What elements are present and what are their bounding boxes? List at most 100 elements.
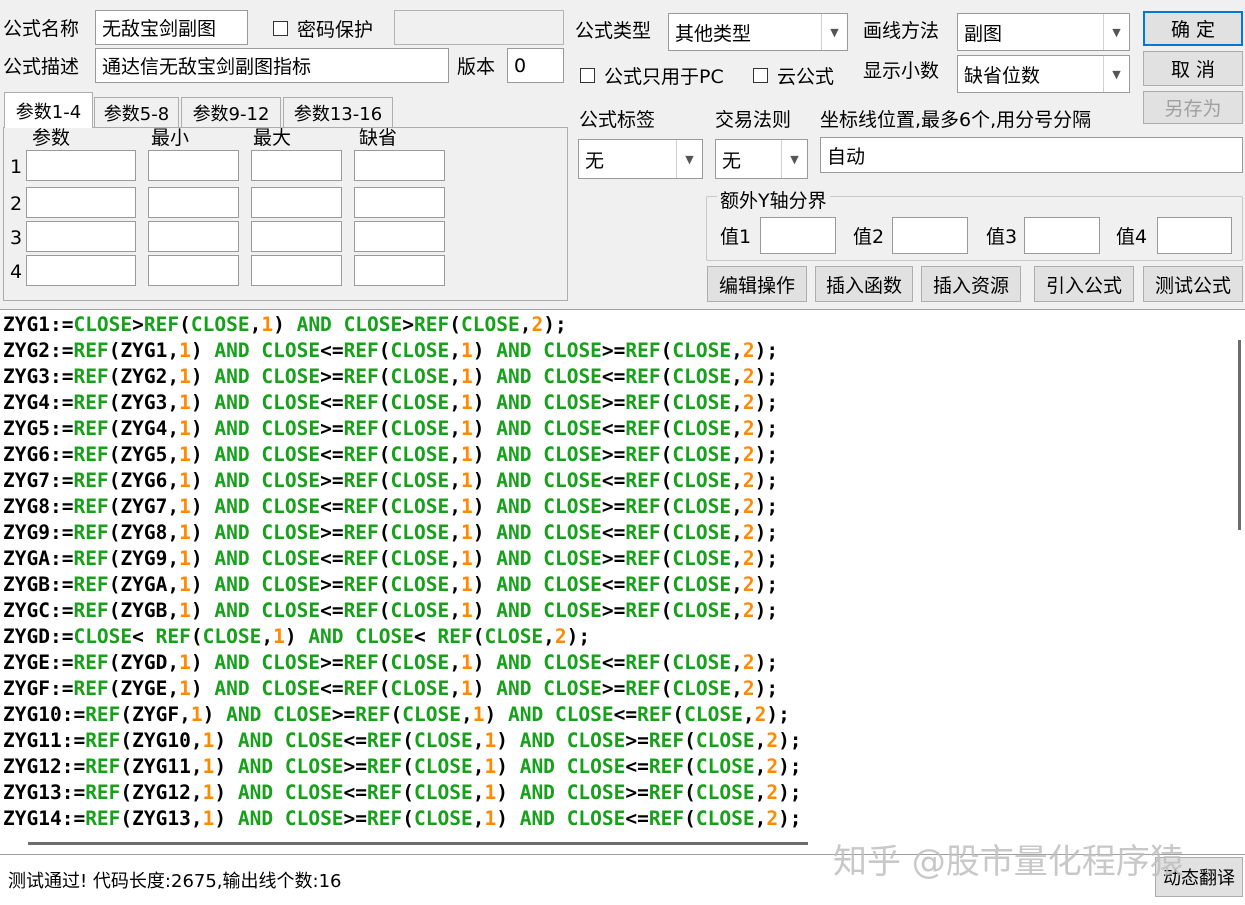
param-4-name-input[interactable] xyxy=(26,255,136,286)
chevron-down-icon[interactable]: ▼ xyxy=(781,140,807,178)
code-line: ZYG13:=REF(ZYG12,1) AND CLOSE<=REF(CLOSE… xyxy=(3,781,802,804)
param-4-min-input[interactable] xyxy=(148,255,239,286)
chevron-down-icon[interactable]: ▼ xyxy=(821,14,847,50)
code-line: ZYGD:=CLOSE< REF(CLOSE,1) AND CLOSE< REF… xyxy=(3,625,591,648)
trade-rule-value: 无 xyxy=(722,149,742,172)
value-2-input[interactable] xyxy=(892,217,968,254)
code-line: ZYG12:=REF(ZYG11,1) AND CLOSE>=REF(CLOSE… xyxy=(3,755,802,778)
code-line: ZYG4:=REF(ZYG3,1) AND CLOSE<=REF(CLOSE,1… xyxy=(3,391,779,414)
code-line: ZYG9:=REF(ZYG8,1) AND CLOSE>=REF(CLOSE,1… xyxy=(3,521,779,544)
formula-type-value: 其他类型 xyxy=(675,22,752,45)
param-4-max-input[interactable] xyxy=(251,255,342,286)
insert-resource-button[interactable]: 插入资源 xyxy=(921,266,1021,302)
cancel-button[interactable]: 取 消 xyxy=(1143,51,1243,86)
version-input[interactable]: 0 xyxy=(507,48,564,83)
param-1-name-input[interactable] xyxy=(26,150,136,181)
formula-desc-input[interactable]: 通达信无敌宝剑副图指标 xyxy=(95,48,449,83)
value-3-label: 值3 xyxy=(986,226,1018,248)
password-checkbox-label: 密码保护 xyxy=(297,19,374,41)
code-line: ZYGA:=REF(ZYG9,1) AND CLOSE<=REF(CLOSE,1… xyxy=(3,547,779,570)
draw-method-label: 画线方法 xyxy=(863,20,940,42)
coord-line-label: 坐标线位置,最多6个,用分号分隔 xyxy=(820,109,1092,131)
code-line: ZYG14:=REF(ZYG13,1) AND CLOSE>=REF(CLOSE… xyxy=(3,807,802,830)
param-1-max-input[interactable] xyxy=(251,150,342,181)
insert-function-button[interactable]: 插入函数 xyxy=(815,266,913,302)
watermark: 知乎 @股市量化程序猿 xyxy=(833,842,1184,882)
test-formula-button[interactable]: 测试公式 xyxy=(1143,266,1243,302)
draw-method-value: 副图 xyxy=(964,22,1003,45)
param-row-number: 1 xyxy=(10,156,23,178)
value-1-input[interactable] xyxy=(760,217,836,254)
formula-type-label: 公式类型 xyxy=(575,20,652,42)
param-2-default-input[interactable] xyxy=(354,187,445,218)
param-2-name-input[interactable] xyxy=(26,187,136,218)
formula-type-select[interactable]: 其他类型 ▼ xyxy=(668,13,848,51)
code-line: ZYGE:=REF(ZYGD,1) AND CLOSE>=REF(CLOSE,1… xyxy=(3,651,779,674)
code-line: ZYGF:=REF(ZYGE,1) AND CLOSE<=REF(CLOSE,1… xyxy=(3,677,779,700)
tab-params-13-16[interactable]: 参数13-16 xyxy=(283,97,393,128)
param-row-number: 4 xyxy=(10,261,23,283)
param-1-default-input[interactable] xyxy=(354,150,445,181)
param-header-max: 最大 xyxy=(253,127,292,149)
code-line: ZYG6:=REF(ZYG5,1) AND CLOSE<=REF(CLOSE,1… xyxy=(3,443,779,466)
extra-y-axis-title: 额外Y轴分界 xyxy=(717,186,830,213)
chevron-down-icon[interactable]: ▼ xyxy=(676,140,702,178)
formula-tag-value: 无 xyxy=(585,149,605,172)
code-line: ZYGB:=REF(ZYGA,1) AND CLOSE>=REF(CLOSE,1… xyxy=(3,573,779,596)
horizontal-scrollbar-thumb[interactable] xyxy=(28,842,808,845)
code-line: ZYG7:=REF(ZYG6,1) AND CLOSE>=REF(CLOSE,1… xyxy=(3,469,779,492)
param-2-min-input[interactable] xyxy=(148,187,239,218)
value-4-input[interactable] xyxy=(1157,217,1232,254)
cloud-checkbox-label: 云公式 xyxy=(777,66,835,88)
trade-rule-select[interactable]: 无 ▼ xyxy=(715,139,808,179)
chevron-down-icon[interactable]: ▼ xyxy=(1103,56,1129,92)
code-line: ZYG11:=REF(ZYG10,1) AND CLOSE<=REF(CLOSE… xyxy=(3,729,802,752)
value-2-label: 值2 xyxy=(853,226,885,248)
password-input[interactable] xyxy=(394,10,564,45)
param-3-default-input[interactable] xyxy=(354,221,445,252)
decimal-select[interactable]: 缺省位数 ▼ xyxy=(957,55,1130,93)
edit-ops-button[interactable]: 编辑操作 xyxy=(707,266,807,302)
save-as-button[interactable]: 另存为 xyxy=(1143,91,1243,124)
tab-params-9-12[interactable]: 参数9-12 xyxy=(181,97,281,128)
formula-name-input[interactable]: 无敌宝剑副图 xyxy=(95,10,248,45)
import-formula-button[interactable]: 引入公式 xyxy=(1034,266,1134,302)
param-3-max-input[interactable] xyxy=(251,221,342,252)
vertical-scrollbar[interactable] xyxy=(1238,340,1241,530)
draw-method-select[interactable]: 副图 ▼ xyxy=(957,13,1130,51)
pc-only-checkbox[interactable]: 公式只用于PC xyxy=(580,62,724,89)
ok-button[interactable]: 确 定 xyxy=(1143,11,1243,46)
password-checkbox-box[interactable] xyxy=(273,21,288,36)
code-line: ZYG8:=REF(ZYG7,1) AND CLOSE<=REF(CLOSE,1… xyxy=(3,495,779,518)
trade-rule-label: 交易法则 xyxy=(715,109,792,131)
param-1-min-input[interactable] xyxy=(148,150,239,181)
formula-tag-label: 公式标签 xyxy=(579,109,656,131)
param-3-name-input[interactable] xyxy=(26,221,136,252)
cloud-checkbox-box[interactable] xyxy=(753,68,768,83)
formula-name-label: 公式名称 xyxy=(3,18,80,40)
param-2-max-input[interactable] xyxy=(251,187,342,218)
pc-only-checkbox-label: 公式只用于PC xyxy=(604,66,724,88)
cloud-checkbox[interactable]: 云公式 xyxy=(753,62,834,89)
version-label: 版本 xyxy=(457,56,496,78)
password-checkbox[interactable]: 密码保护 xyxy=(273,15,373,42)
pc-only-checkbox-box[interactable] xyxy=(580,68,595,83)
code-line: ZYG5:=REF(ZYG4,1) AND CLOSE>=REF(CLOSE,1… xyxy=(3,417,779,440)
code-line: ZYG2:=REF(ZYG1,1) AND CLOSE<=REF(CLOSE,1… xyxy=(3,339,779,362)
code-line: ZYG3:=REF(ZYG2,1) AND CLOSE>=REF(CLOSE,1… xyxy=(3,365,779,388)
value-1-label: 值1 xyxy=(720,226,752,248)
param-row-number: 3 xyxy=(10,227,23,249)
tab-params-1-4[interactable]: 参数1-4 xyxy=(4,92,93,128)
chevron-down-icon[interactable]: ▼ xyxy=(1103,14,1129,50)
param-header-min: 最小 xyxy=(151,127,190,149)
formula-tag-select[interactable]: 无 ▼ xyxy=(578,139,703,179)
coord-line-input[interactable]: 自动 xyxy=(820,137,1243,173)
code-line: ZYG10:=REF(ZYGF,1) AND CLOSE>=REF(CLOSE,… xyxy=(3,703,790,726)
code-text: ZYG1:=CLOSE>REF(CLOSE,1) AND CLOSE>REF(C… xyxy=(3,312,802,832)
status-text: 测试通过! 代码长度:2675,输出线个数:16 xyxy=(8,871,342,892)
param-3-min-input[interactable] xyxy=(148,221,239,252)
code-editor[interactable]: ZYG1:=CLOSE>REF(CLOSE,1) AND CLOSE>REF(C… xyxy=(0,309,1245,854)
param-4-default-input[interactable] xyxy=(354,255,445,286)
tab-params-5-8[interactable]: 参数5-8 xyxy=(94,97,179,128)
value-3-input[interactable] xyxy=(1024,217,1100,254)
